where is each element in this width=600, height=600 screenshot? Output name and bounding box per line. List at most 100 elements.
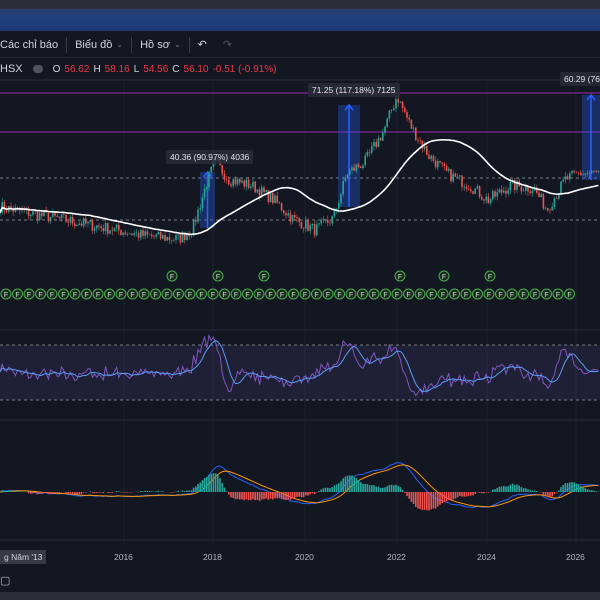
- macd-histogram-bar: [582, 487, 584, 492]
- macd-histogram-bar: [454, 492, 457, 499]
- macd-histogram-bar: [203, 478, 206, 492]
- candle: [322, 219, 325, 221]
- calendar-icon[interactable]: ▢: [0, 574, 10, 587]
- candle: [274, 195, 276, 204]
- macd-histogram-bar: [300, 492, 303, 498]
- candle: [351, 167, 353, 171]
- candle: [404, 107, 406, 113]
- candle: [386, 118, 388, 127]
- candle: [390, 110, 393, 111]
- macd-histogram-bar: [14, 491, 17, 492]
- macd-histogram-bar: [544, 492, 547, 497]
- candle: [96, 225, 98, 229]
- macd-histogram-bar: [379, 487, 382, 492]
- macd-histogram-bar: [162, 491, 164, 492]
- macd-histogram-bar: [278, 492, 281, 499]
- candle: [175, 235, 177, 240]
- macd-histogram-bar: [562, 484, 564, 492]
- macd-histogram-bar: [285, 492, 287, 501]
- macd-histogram-bar: [452, 492, 454, 500]
- candle: [135, 232, 138, 234]
- macd-histogram-bar: [542, 492, 545, 495]
- candle: [65, 214, 67, 222]
- candle: [199, 208, 201, 210]
- macd-histogram-bar: [465, 492, 468, 497]
- macd-histogram-bar: [331, 487, 333, 492]
- macd-histogram-bar: [45, 492, 47, 493]
- macd-histogram-bar: [421, 492, 424, 511]
- candle: [423, 145, 426, 149]
- macd-histogram-bar: [404, 492, 406, 493]
- candle: [267, 190, 270, 203]
- macd-histogram-bar: [197, 483, 199, 492]
- macd-histogram-bar: [126, 492, 129, 493]
- candle: [544, 207, 547, 209]
- macd-histogram-bar: [360, 482, 362, 492]
- marker-label: F: [383, 292, 387, 299]
- macd-histogram-bar: [395, 484, 397, 492]
- macd-histogram-bar: [230, 492, 232, 498]
- macd-histogram-bar: [580, 486, 582, 492]
- macd-histogram-bar: [366, 484, 369, 492]
- candle: [551, 206, 553, 211]
- candle: [316, 224, 318, 236]
- marker-label: F: [27, 292, 31, 299]
- macd-histogram-bar: [463, 492, 465, 497]
- candle: [151, 234, 153, 237]
- macd-histogram-bar: [349, 475, 351, 492]
- candle: [118, 225, 120, 231]
- marker-label: F: [15, 292, 19, 299]
- marker-label: F: [142, 292, 146, 299]
- candle: [115, 225, 118, 228]
- candle: [291, 215, 294, 222]
- macd-histogram-bar: [511, 483, 514, 492]
- macd-line: [0, 462, 599, 509]
- macd-histogram-bar: [256, 492, 259, 501]
- marker-label: F: [406, 292, 410, 299]
- candle: [456, 176, 459, 177]
- macd-histogram-bar: [397, 485, 399, 492]
- macd-histogram-bar: [234, 492, 237, 500]
- candle: [593, 170, 595, 172]
- macd-histogram-bar: [450, 492, 452, 501]
- marker-label: F: [510, 292, 514, 299]
- candle: [562, 179, 564, 182]
- candle: [157, 231, 160, 235]
- candle: [91, 220, 94, 231]
- marker-label: F: [176, 292, 180, 299]
- candle: [547, 207, 549, 211]
- candle: [483, 199, 485, 201]
- macd-histogram-bar: [291, 492, 294, 499]
- candle: [538, 192, 540, 197]
- macd-histogram-bar: [52, 492, 54, 493]
- candle: [379, 138, 382, 141]
- marker-label: F: [38, 292, 42, 299]
- macd-histogram-bar: [415, 492, 417, 507]
- macd-histogram-bar: [377, 486, 380, 492]
- macd-histogram-bar: [509, 484, 512, 492]
- macd-histogram-bar: [195, 486, 197, 492]
- macd-histogram-bar: [269, 492, 272, 499]
- marker-label: F: [441, 292, 445, 299]
- macd-histogram-bar: [560, 487, 562, 492]
- candle: [366, 151, 369, 156]
- macd-histogram-bar: [1, 490, 3, 492]
- candle: [126, 233, 129, 235]
- macd-histogram-bar: [294, 492, 296, 498]
- marker-label: F: [556, 292, 560, 299]
- macd-histogram-bar: [408, 492, 410, 499]
- candle: [507, 190, 509, 194]
- macd-histogram-bar: [320, 489, 322, 492]
- macd-histogram-bar: [206, 477, 208, 492]
- macd-histogram-bar: [423, 492, 426, 510]
- macd-histogram-bar: [551, 492, 553, 497]
- candle: [577, 172, 580, 174]
- candle: [364, 155, 366, 166]
- macd-histogram-bar: [93, 492, 96, 494]
- macd-histogram-bar: [199, 482, 201, 492]
- marker-label: F: [544, 292, 548, 299]
- candle: [584, 173, 586, 175]
- price-chart[interactable]: FFFFFFFFFFFFFFFFFFFFFFFFFFFFFFFFFFFFFFFF…: [0, 0, 600, 600]
- macd-histogram-bar: [140, 491, 142, 492]
- candle: [280, 203, 283, 211]
